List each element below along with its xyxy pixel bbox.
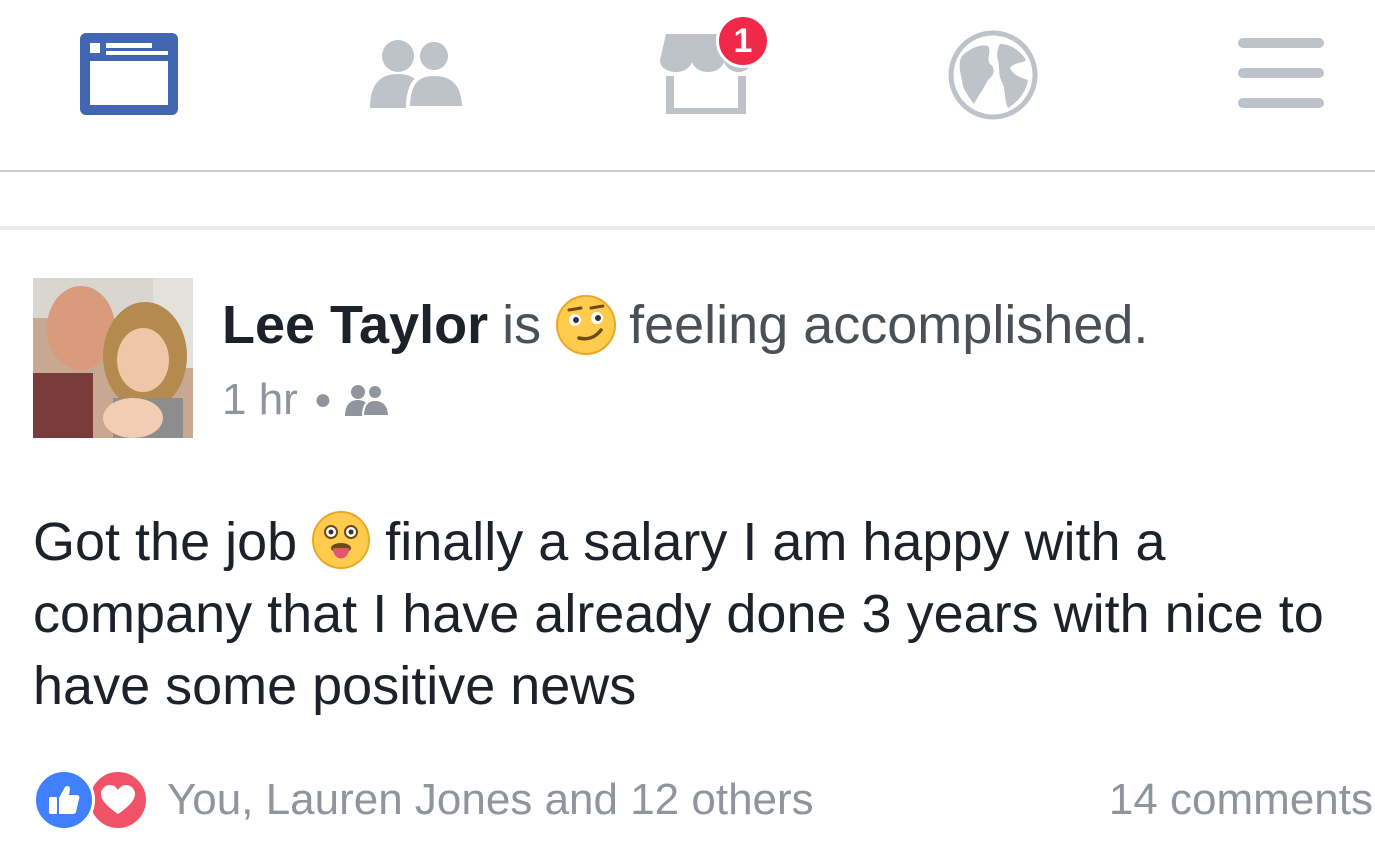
top-nav-bar: 1 xyxy=(0,0,1375,170)
meta-separator: ● xyxy=(313,383,332,416)
author-avatar[interactable] xyxy=(33,278,193,438)
nav-divider xyxy=(0,170,1375,172)
hamburger-menu-icon xyxy=(1238,38,1324,108)
friends-privacy-icon[interactable] xyxy=(344,383,390,417)
post-timestamp[interactable]: 1 hr xyxy=(222,375,298,425)
tab-news-feed[interactable] xyxy=(30,0,230,170)
header-verb: is xyxy=(502,295,542,355)
reactions-summary[interactable]: You, Lauren Jones and 12 others xyxy=(33,768,814,832)
love-reaction-icon xyxy=(87,769,149,831)
globe-icon xyxy=(948,30,1038,120)
feed-separator xyxy=(0,226,1375,230)
smirk-emoji-icon xyxy=(556,295,617,355)
news-feed-icon xyxy=(80,33,178,115)
comments-count[interactable]: 14 comments xyxy=(1109,768,1373,832)
tab-menu[interactable] xyxy=(1180,0,1375,170)
avatar-photo xyxy=(33,278,193,438)
post-meta: 1 hr ● xyxy=(222,372,390,428)
like-reaction-icon xyxy=(33,769,95,831)
tab-notifications[interactable] xyxy=(892,0,1092,170)
notification-badge: 1 xyxy=(716,14,770,68)
reactions-text: You, Lauren Jones and 12 others xyxy=(167,775,814,824)
tab-marketplace[interactable]: 1 xyxy=(608,0,808,170)
author-name[interactable]: Lee Taylor xyxy=(222,294,488,356)
post-body: Got the job finally a salary I am happy … xyxy=(33,506,1373,722)
friends-icon xyxy=(370,38,466,110)
post-header: Lee Taylor is feeling accomplished. xyxy=(222,290,1148,360)
tab-friends[interactable] xyxy=(318,0,518,170)
tongue-out-emoji-icon xyxy=(312,511,371,569)
feeling-text[interactable]: feeling accomplished. xyxy=(629,294,1148,356)
post-text-start: Got the job xyxy=(33,512,298,572)
